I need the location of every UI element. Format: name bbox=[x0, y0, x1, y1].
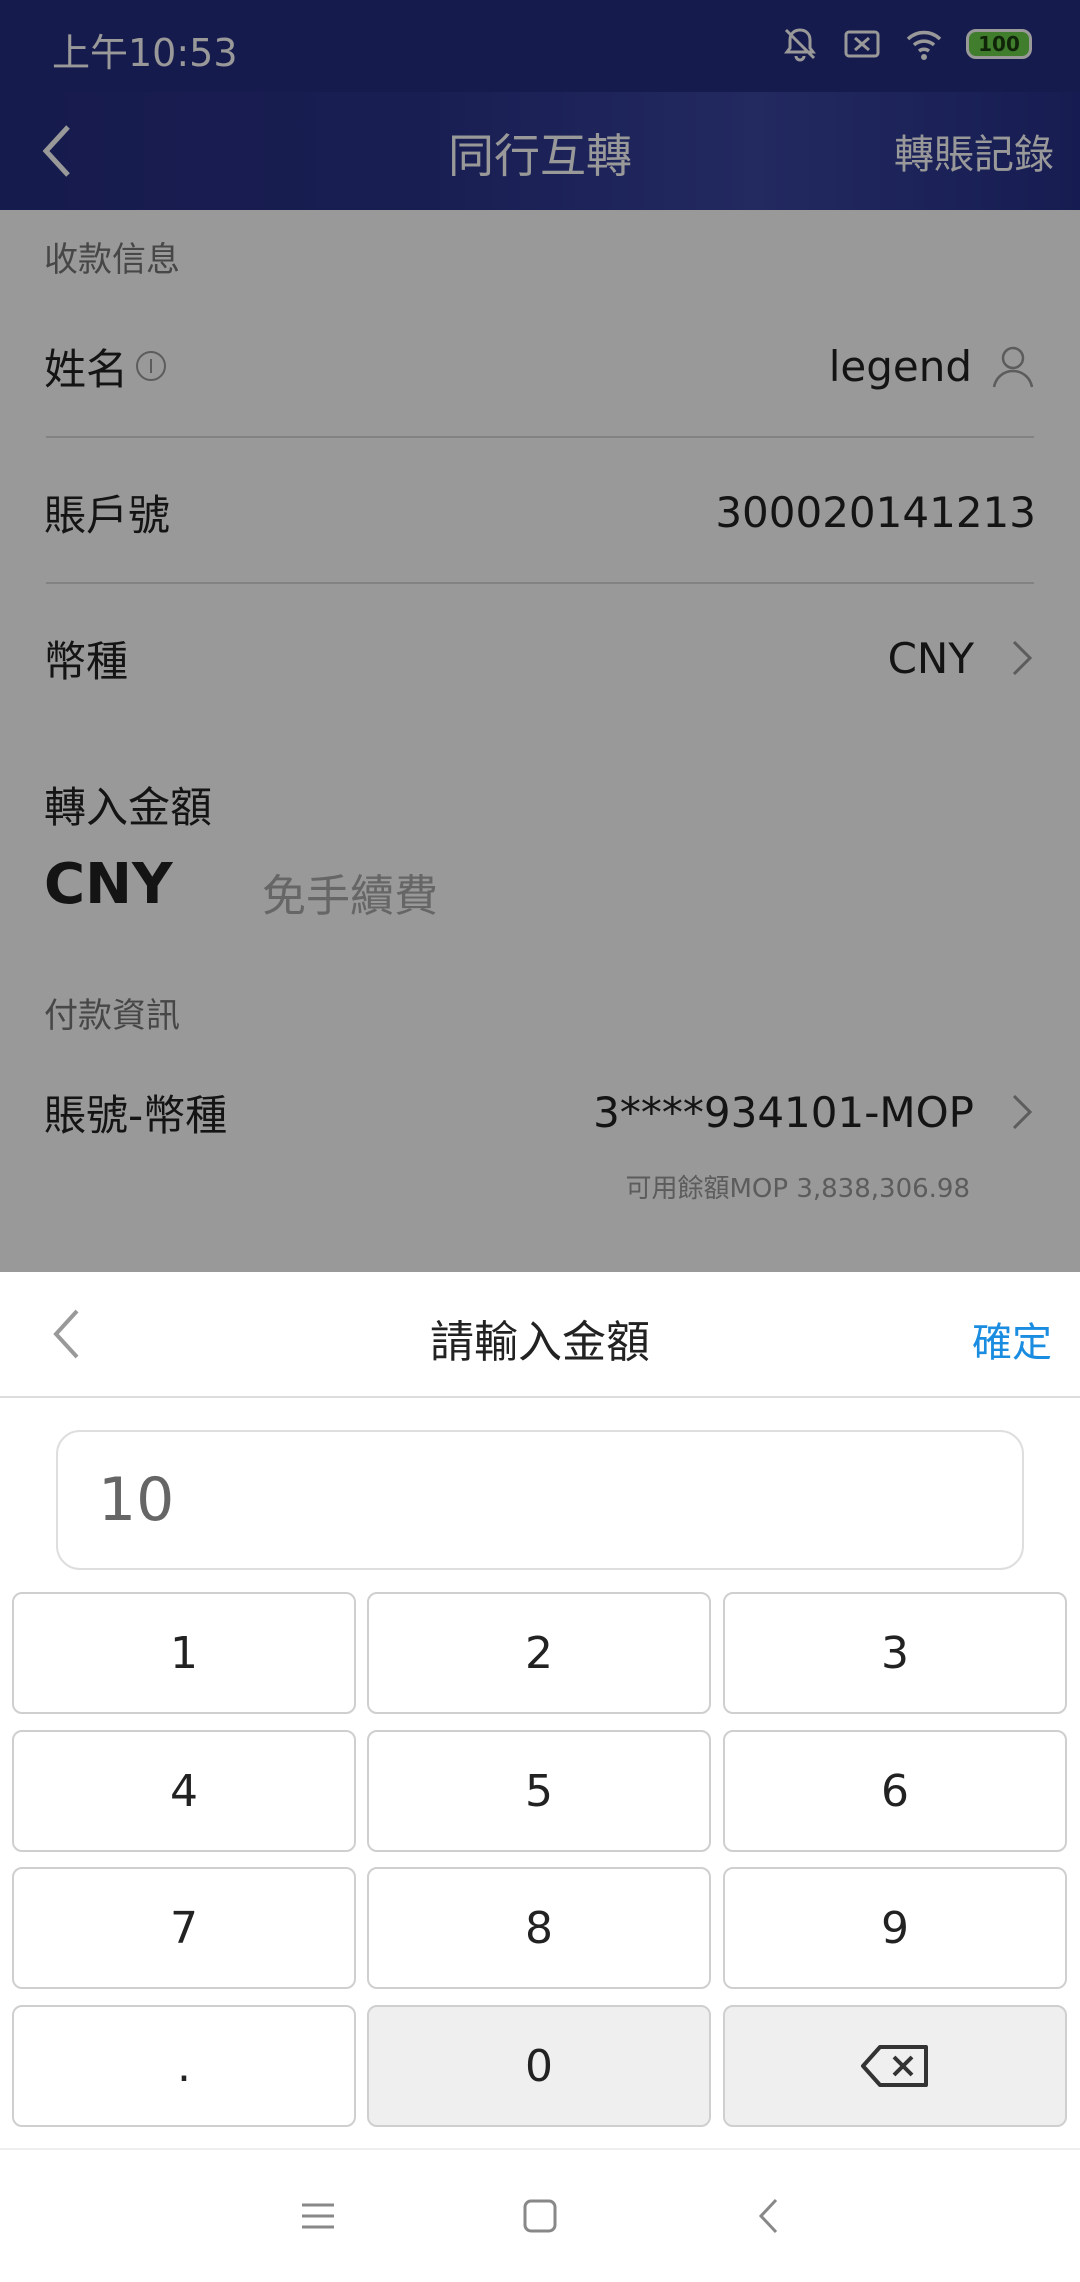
key-8[interactable]: 8 bbox=[367, 1867, 711, 1989]
key-9[interactable]: 9 bbox=[723, 1867, 1067, 1989]
key-4[interactable]: 4 bbox=[12, 1730, 356, 1852]
key-0[interactable]: 0 bbox=[367, 2005, 711, 2127]
key-decimal[interactable]: . bbox=[12, 2005, 356, 2127]
home-button[interactable] bbox=[512, 2188, 568, 2244]
amount-keypad-sheet: 請輸入金額 確定 10 1 2 3 4 5 6 7 8 9 . 0 bbox=[0, 1272, 1080, 2280]
modal-overlay[interactable] bbox=[0, 0, 1080, 1272]
home-icon bbox=[523, 2199, 557, 2233]
backspace-icon bbox=[861, 2045, 928, 2087]
sheet-title: 請輸入金額 bbox=[430, 1317, 650, 1368]
system-back-button[interactable] bbox=[740, 2188, 796, 2244]
key-5[interactable]: 5 bbox=[367, 1730, 711, 1852]
back-icon bbox=[758, 2198, 778, 2234]
sheet-header: 請輸入金額 確定 bbox=[0, 1272, 1080, 1398]
menu-button[interactable] bbox=[290, 2188, 346, 2244]
amount-display: 10 bbox=[56, 1430, 1024, 1570]
backspace-key[interactable] bbox=[723, 2005, 1067, 2127]
key-2[interactable]: 2 bbox=[367, 1592, 711, 1714]
key-6[interactable]: 6 bbox=[723, 1730, 1067, 1852]
key-7[interactable]: 7 bbox=[12, 1867, 356, 1989]
menu-icon bbox=[302, 2203, 334, 2229]
key-1[interactable]: 1 bbox=[12, 1592, 356, 1714]
confirm-button[interactable]: 確定 bbox=[972, 1310, 1052, 1368]
system-nav-bar bbox=[0, 2148, 1080, 2282]
key-3[interactable]: 3 bbox=[723, 1592, 1067, 1714]
